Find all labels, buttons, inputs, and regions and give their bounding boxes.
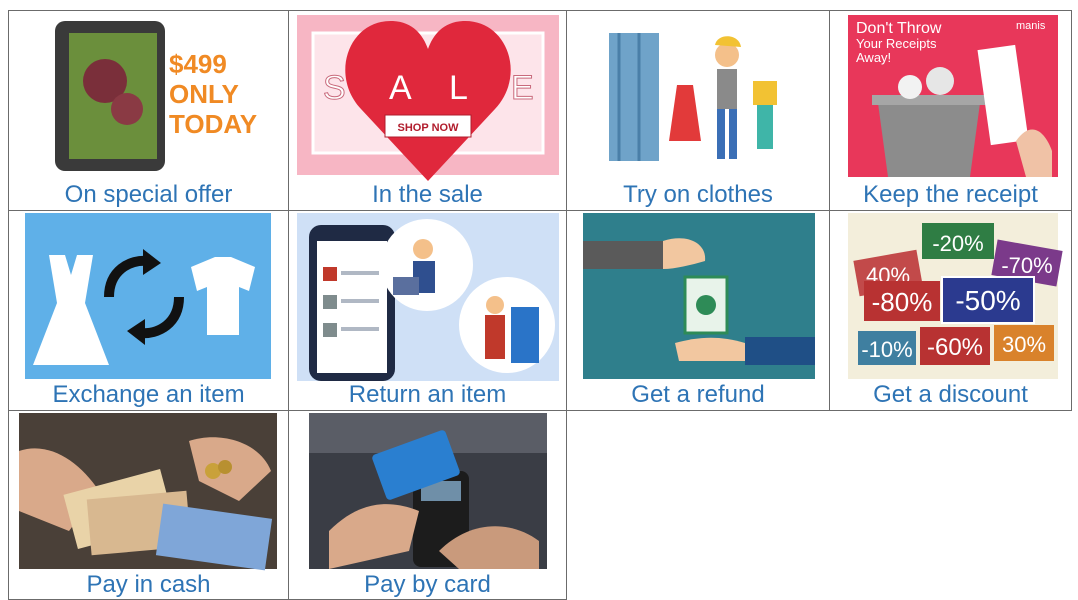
cash-photo bbox=[19, 413, 277, 571]
fitting-room-curtain bbox=[609, 33, 659, 161]
caption-exchange-item: Exchange an item bbox=[52, 381, 245, 408]
person-torso bbox=[717, 69, 737, 109]
return-illustration bbox=[297, 213, 559, 381]
person-leg bbox=[717, 109, 725, 159]
product-thumb-2 bbox=[323, 295, 337, 309]
offer-price: $499 bbox=[169, 49, 227, 79]
sale-letter-a: A bbox=[389, 69, 412, 107]
banknote-emblem bbox=[696, 295, 716, 315]
product-thumb-1 bbox=[323, 267, 337, 281]
sale-letter-e: E bbox=[511, 69, 534, 107]
product-line-3 bbox=[341, 327, 379, 331]
caption-get-refund: Get a refund bbox=[631, 381, 765, 408]
fitting-room-illustration bbox=[609, 33, 777, 161]
discount-text-20: -20% bbox=[932, 231, 983, 256]
caption-get-discount: Get a discount bbox=[873, 381, 1028, 408]
shop-now-label: SHOP NOW bbox=[398, 122, 460, 134]
receipt-illustration: Don't Throw Your Receipts Away! manis bbox=[848, 15, 1058, 177]
discount-text-80: -80% bbox=[872, 287, 933, 317]
caption-try-on-clothes: Try on clothes bbox=[623, 181, 773, 208]
trash-can-rim bbox=[872, 95, 986, 105]
discount-text-60: -60% bbox=[927, 334, 983, 361]
card-photo bbox=[309, 413, 547, 569]
product-thumb-3 bbox=[323, 323, 337, 337]
headline-line-3: Away! bbox=[856, 50, 891, 65]
caption-keep-receipt: Keep the receipt bbox=[863, 181, 1038, 208]
product-line-2 bbox=[341, 299, 379, 303]
brand-label: manis bbox=[1016, 20, 1046, 32]
card-get-discount: 40% -20% -70% -80% -50% -10% -60% 30% Ge… bbox=[829, 210, 1072, 411]
discount-text-50: -50% bbox=[955, 285, 1020, 316]
person-leg-2 bbox=[729, 109, 737, 159]
refund-illustration bbox=[583, 213, 815, 379]
caption-return-item: Return an item bbox=[348, 381, 507, 408]
offer-line-2: TODAY bbox=[169, 109, 257, 139]
lower-sleeve bbox=[745, 337, 815, 365]
customer-body bbox=[485, 315, 505, 359]
card-get-refund: Get a refund bbox=[566, 210, 830, 411]
lower-hand bbox=[675, 337, 745, 361]
card-keep-receipt: Don't Throw Your Receipts Away! manis Ke… bbox=[829, 10, 1072, 211]
teal-trousers bbox=[757, 105, 773, 149]
trash-can bbox=[878, 103, 980, 177]
card-special-offer: $499 ONLY TODAY On special offer bbox=[8, 10, 289, 211]
exchange-illustration bbox=[25, 213, 271, 379]
offer-line-1: ONLY bbox=[169, 79, 239, 109]
card-pay-by-card: Pay by card bbox=[288, 410, 567, 600]
card-in-the-sale: S A L E SHOP NOW In the sale bbox=[288, 10, 567, 211]
sale-letter-s: S bbox=[323, 69, 346, 107]
caption-pay-in-cash: Pay in cash bbox=[86, 571, 211, 598]
return-kiosk bbox=[511, 307, 539, 363]
sale-illustration: S A L E SHOP NOW bbox=[297, 15, 559, 181]
caption-in-the-sale: In the sale bbox=[372, 181, 483, 208]
card-try-on-clothes: Try on clothes bbox=[566, 10, 830, 211]
crumpled-paper-2 bbox=[926, 67, 954, 95]
parcel-box bbox=[393, 277, 419, 295]
caption-pay-by-card: Pay by card bbox=[364, 571, 491, 598]
yellow-top bbox=[753, 81, 777, 105]
person-head bbox=[715, 43, 739, 67]
caption-special-offer: On special offer bbox=[64, 181, 233, 208]
fruit-shape-2 bbox=[111, 93, 143, 125]
red-dress bbox=[669, 85, 701, 141]
monitor-offer-illustration: $499 ONLY TODAY bbox=[55, 21, 257, 171]
product-line-1 bbox=[341, 271, 379, 275]
card-return-item: Return an item bbox=[288, 210, 567, 411]
discount-text-30: 30% bbox=[1002, 332, 1046, 357]
headline-line-1: Don't Throw bbox=[856, 20, 942, 37]
coin-2 bbox=[218, 460, 232, 474]
headline-line-2: Your Receipts bbox=[856, 36, 937, 51]
sale-letter-l: L bbox=[449, 69, 468, 107]
courier-head bbox=[413, 239, 433, 259]
crumpled-paper bbox=[898, 75, 922, 99]
discount-text-70: -70% bbox=[1001, 253, 1052, 278]
card-exchange-item: Exchange an item bbox=[8, 210, 289, 411]
person-hair bbox=[715, 36, 741, 47]
discount-text-10: -10% bbox=[861, 337, 912, 362]
vocabulary-grid: $499 ONLY TODAY On special offer S A L E… bbox=[8, 10, 1072, 600]
customer-head bbox=[486, 296, 504, 314]
return-circle bbox=[459, 277, 555, 373]
upper-sleeve bbox=[583, 241, 663, 269]
card-pay-in-cash: Pay in cash bbox=[8, 410, 289, 600]
discount-illustration: 40% -20% -70% -80% -50% -10% -60% 30% bbox=[848, 213, 1063, 379]
